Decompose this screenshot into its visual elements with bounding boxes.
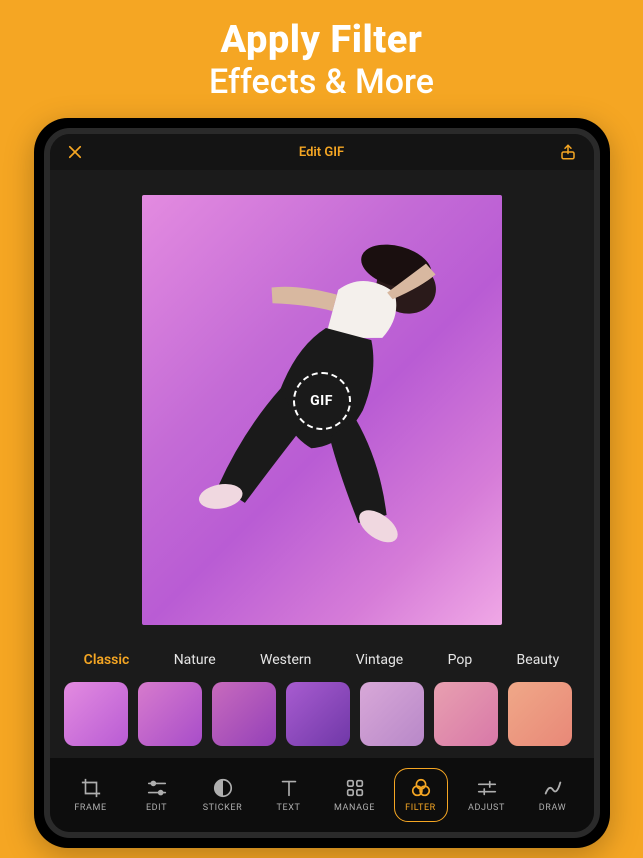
promo-line2: Effects & More [209,62,434,102]
tool-draw[interactable]: DRAW [526,771,580,819]
filter-tab-beauty[interactable]: Beauty [517,652,560,668]
share-icon [559,143,577,161]
grid-icon [344,777,366,799]
crop-icon [80,777,102,799]
close-button[interactable] [64,141,86,163]
main-image[interactable]: GIF [142,195,502,625]
tool-sticker[interactable]: STICKER [196,771,250,819]
draw-icon [542,777,564,799]
filter-thumbnails [50,678,594,758]
tablet-screen: Edit GIF [44,128,600,838]
tool-text[interactable]: TEXT [262,771,316,819]
sticker-icon [212,777,234,799]
filter-tab-pop[interactable]: Pop [448,652,473,668]
tool-label: FILTER [405,803,436,813]
filter-tab-western[interactable]: Western [260,652,311,668]
gif-badge: GIF [293,372,351,430]
tool-label: ADJUST [468,803,505,813]
tool-label: DRAW [539,803,566,813]
tool-filter[interactable]: FILTER [394,768,448,822]
tool-label: STICKER [203,803,243,813]
adjust-icon [476,777,498,799]
tool-label: TEXT [277,803,301,813]
tool-label: FRAME [74,803,106,813]
app-title: Edit GIF [299,145,344,160]
promo-line1: Apply Filter [209,18,434,62]
tool-label: EDIT [146,803,167,813]
filter-category-tabs: Classic Nature Western Vintage Pop Beaut… [50,644,594,678]
bottom-toolbar: FRAME EDIT STICKER TEXT MANAGE FILTER [50,758,594,832]
app-bar: Edit GIF [50,134,594,170]
filter-thumb[interactable] [286,682,350,746]
tool-label: MANAGE [334,803,375,813]
tool-frame[interactable]: FRAME [64,771,118,819]
tool-manage[interactable]: MANAGE [328,771,382,819]
filter-thumb[interactable] [212,682,276,746]
promo-heading: Apply Filter Effects & More [209,18,434,102]
filter-thumb[interactable] [64,682,128,746]
filter-icon [410,777,432,799]
tool-adjust[interactable]: ADJUST [460,771,514,819]
filter-thumb[interactable] [508,682,572,746]
canvas-area: GIF [50,170,594,644]
filter-thumb[interactable] [360,682,424,746]
text-icon [278,777,300,799]
tool-edit[interactable]: EDIT [130,771,184,819]
sliders-icon [146,777,168,799]
filter-tab-classic[interactable]: Classic [84,652,130,668]
filter-tab-nature[interactable]: Nature [174,652,216,668]
filter-thumb[interactable] [138,682,202,746]
gif-badge-label: GIF [310,393,333,409]
filter-thumb[interactable] [434,682,498,746]
share-button[interactable] [557,141,579,163]
close-icon [66,143,84,161]
filter-tab-vintage[interactable]: Vintage [356,652,404,668]
tablet-frame: Edit GIF [34,118,610,848]
